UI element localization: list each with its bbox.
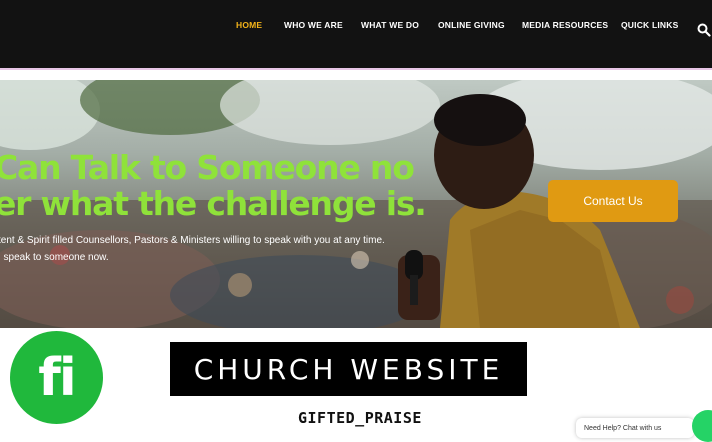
creator-handle: GIFTED_PRAISE: [298, 409, 422, 427]
nav-home[interactable]: HOME: [236, 20, 262, 30]
header-divider: [0, 68, 712, 70]
contact-us-button[interactable]: Contact Us: [548, 180, 678, 222]
site-header: HOME WHO WE ARE WHAT WE DO ONLINE GIVING…: [0, 0, 712, 68]
hero-subtitle-line2: , speak to someone now.: [0, 252, 109, 263]
hero-subtitle: tent & Spirit filled Counsellors, Pastor…: [0, 232, 385, 266]
hero-headline-line1: Can Talk to Someone no: [0, 148, 415, 187]
nav-what-we-do[interactable]: WHAT WE DO: [361, 20, 419, 30]
hero-headline-line2: er what the challenge is.: [0, 184, 427, 223]
nav-media-resources[interactable]: MEDIA RESOURCES: [522, 20, 608, 30]
nav-quick-links[interactable]: QUICK LINKS: [621, 20, 678, 30]
chat-prompt-bubble[interactable]: Need Help? Chat with us: [576, 418, 694, 438]
hero-section: Can Talk to Someone no er what the chall…: [0, 80, 712, 328]
main-nav: HOME WHO WE ARE WHAT WE DO ONLINE GIVING…: [0, 0, 712, 52]
nav-who-we-are[interactable]: WHO WE ARE: [284, 20, 343, 30]
whatsapp-icon[interactable]: [692, 410, 712, 442]
logo-text: fi: [38, 347, 76, 408]
search-icon[interactable]: [697, 23, 711, 37]
brand-logo: fi: [10, 331, 103, 424]
nav-online-giving[interactable]: ONLINE GIVING: [438, 20, 505, 30]
hero-subtitle-line1: tent & Spirit filled Counsellors, Pastor…: [0, 235, 385, 246]
hero-headline: Can Talk to Someone no er what the chall…: [0, 150, 464, 222]
church-website-banner: CHURCH WEBSITE: [170, 342, 527, 396]
